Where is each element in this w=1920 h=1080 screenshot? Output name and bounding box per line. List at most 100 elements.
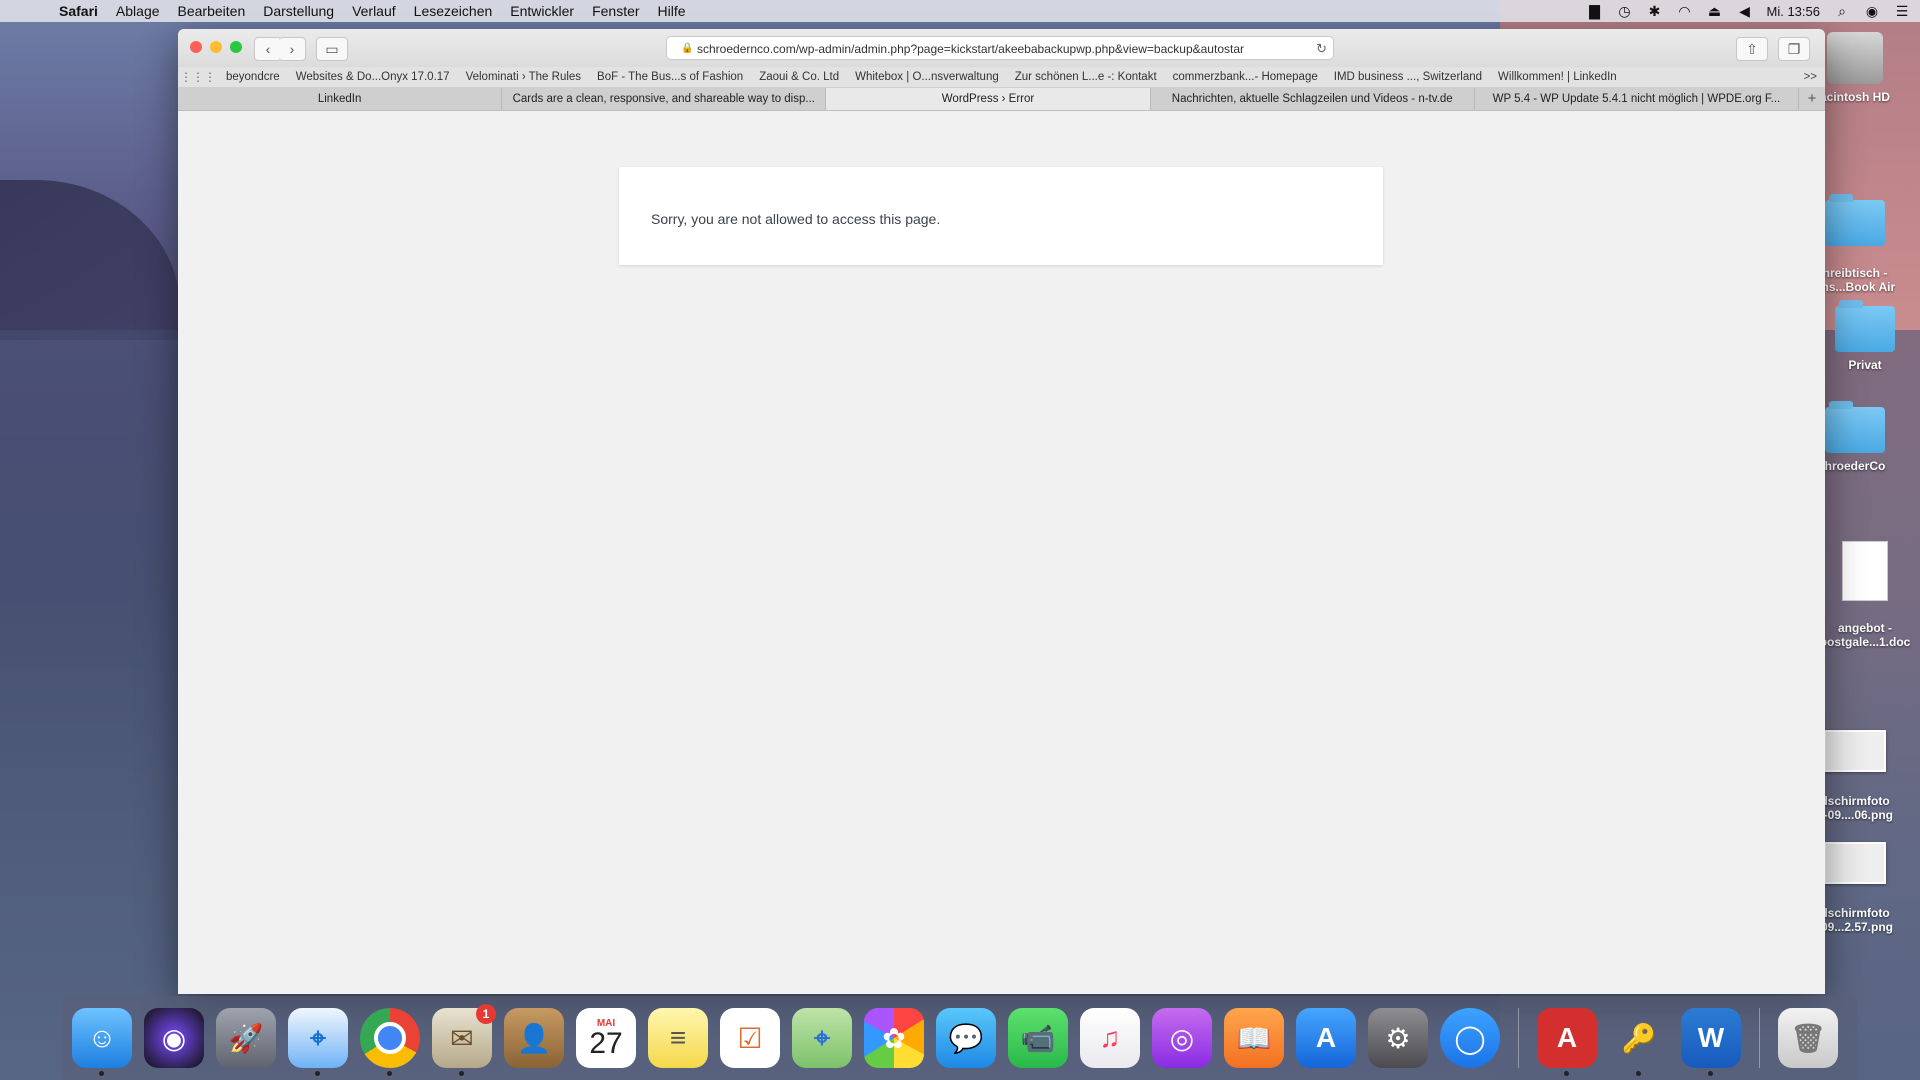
folder-icon bbox=[1825, 194, 1885, 246]
new-tab-button[interactable]: + bbox=[1799, 88, 1825, 110]
chrome-icon[interactable] bbox=[360, 1008, 420, 1076]
finder-icon[interactable]: ☺ bbox=[72, 1008, 132, 1076]
bookmark-item[interactable]: Zaoui & Co. Ltd bbox=[751, 71, 847, 83]
safari-icon[interactable]: ⌖ bbox=[288, 1008, 348, 1076]
reminders-icon[interactable]: ☑ bbox=[720, 1008, 780, 1068]
trash-icon[interactable]: 🗑 bbox=[1778, 1008, 1838, 1068]
dock-separator bbox=[1759, 1008, 1760, 1068]
wp-error-box: Sorry, you are not allowed to access thi… bbox=[619, 167, 1383, 265]
mail-icon[interactable]: ✉ 1 bbox=[432, 1004, 496, 1076]
acrobat-icon[interactable]: A bbox=[1537, 1008, 1597, 1076]
calendar-day: 27 bbox=[589, 1026, 623, 1060]
app-store-icon[interactable]: A bbox=[1296, 1008, 1356, 1068]
bookmark-item[interactable]: IMD business ..., Switzerland bbox=[1326, 71, 1490, 83]
desktop-icon-label: hroederCo bbox=[1824, 459, 1886, 473]
tab-wpde[interactable]: WP 5.4 - WP Update 5.4.1 nicht möglich |… bbox=[1475, 88, 1800, 110]
menu-entwickler[interactable]: Entwickler bbox=[501, 3, 583, 19]
bookmark-item[interactable]: Whitebox | O...nsverwaltung bbox=[847, 71, 1007, 83]
reload-icon[interactable]: ↻ bbox=[1312, 37, 1327, 59]
running-indicator bbox=[315, 1071, 320, 1076]
desktop-icon-angebot[interactable]: angebot - postgale...1.doc bbox=[1810, 527, 1920, 649]
menu-bearbeiten[interactable]: Bearbeiten bbox=[169, 3, 255, 19]
facetime-icon[interactable]: 📹 bbox=[1008, 1008, 1068, 1068]
running-indicator bbox=[459, 1071, 464, 1076]
bluetooth-icon[interactable]: ✱ bbox=[1647, 3, 1663, 20]
spotlight-search-icon[interactable]: ⌕ bbox=[1834, 3, 1850, 20]
word-icon[interactable]: W bbox=[1681, 1008, 1741, 1076]
mail-badge: 1 bbox=[476, 1004, 496, 1024]
url-text: schroedernco.com/wp-admin/admin.php?page… bbox=[697, 42, 1244, 56]
tab-linkedin[interactable]: LinkedIn bbox=[178, 88, 503, 110]
forward-button[interactable]: › bbox=[279, 37, 306, 61]
fullscreen-window-button[interactable] bbox=[230, 41, 242, 53]
running-indicator bbox=[1636, 1071, 1641, 1076]
tab-wordpress-error[interactable]: WordPress › Error bbox=[826, 88, 1151, 110]
address-bar[interactable]: 🔒 schroedernco.com/wp-admin/admin.php?pa… bbox=[666, 36, 1334, 60]
dock-separator bbox=[1518, 1008, 1519, 1068]
tab-cards[interactable]: Cards are a clean, responsive, and share… bbox=[502, 88, 827, 110]
bookmark-item[interactable]: commerzbank...- Homepage bbox=[1165, 71, 1326, 83]
wifi-icon[interactable]: ◠ bbox=[1677, 3, 1693, 20]
music-icon[interactable]: ♫ bbox=[1080, 1008, 1140, 1068]
notification-center-icon[interactable]: ☰ bbox=[1894, 3, 1910, 20]
menu-lesezeichen[interactable]: Lesezeichen bbox=[405, 3, 502, 19]
books-icon[interactable]: 📖 bbox=[1224, 1008, 1284, 1068]
hard-drive-icon bbox=[1827, 32, 1883, 84]
photos-icon[interactable]: ✿ bbox=[864, 1008, 924, 1068]
maps-icon[interactable]: ⌖ bbox=[792, 1008, 852, 1068]
menubar-clock[interactable]: Mi. 13:56 bbox=[1767, 4, 1820, 19]
browser-toolbar: ‹ › ▭ 🔒 schroedernco.com/wp-admin/admin.… bbox=[178, 29, 1825, 67]
running-indicator bbox=[387, 1071, 392, 1076]
document-icon bbox=[1842, 541, 1888, 601]
contacts-icon[interactable]: 👤 bbox=[504, 1008, 564, 1068]
display-icon[interactable]: ▇ bbox=[1587, 3, 1603, 20]
bookmark-item[interactable]: Websites & Do...Onyx 17.0.17 bbox=[288, 71, 458, 83]
desktop-icon-privat[interactable]: Privat bbox=[1810, 300, 1920, 372]
tab-overview-icon[interactable]: ❐ bbox=[1778, 37, 1810, 61]
volume-icon[interactable]: ◀ bbox=[1737, 3, 1753, 20]
siri-icon[interactable]: ◉ bbox=[144, 1008, 204, 1068]
notes-icon[interactable]: ≡ bbox=[648, 1008, 708, 1068]
desktop-wallpaper-cliff bbox=[0, 180, 180, 340]
share-icon[interactable]: ⇧ bbox=[1736, 37, 1768, 61]
sidebar-toggle-icon[interactable]: ▭ bbox=[316, 37, 348, 61]
error-message: Sorry, you are not allowed to access thi… bbox=[651, 211, 941, 227]
system-preferences-icon[interactable]: ⚙ bbox=[1368, 1008, 1428, 1068]
menu-app-name[interactable]: Safari bbox=[50, 3, 107, 19]
keychain-icon[interactable]: 🔑 bbox=[1609, 1008, 1669, 1076]
top-sites-grid-icon[interactable]: ⋮⋮⋮ bbox=[178, 70, 218, 84]
menu-darstellung[interactable]: Darstellung bbox=[254, 3, 343, 19]
desktop-icon-label: dschirmfoto -09...2.57.png bbox=[1816, 906, 1894, 934]
back-button[interactable]: ‹ bbox=[254, 37, 282, 61]
screenshot-thumbnail-icon bbox=[1824, 842, 1886, 884]
time-machine-icon[interactable]: ◷ bbox=[1617, 3, 1633, 20]
bookmark-item[interactable]: BoF - The Bus...s of Fashion bbox=[589, 71, 751, 83]
desktop-icon-label: hreibtisch - ens...Book Air bbox=[1814, 266, 1896, 294]
menu-hilfe[interactable]: Hilfe bbox=[649, 3, 695, 19]
menu-verlauf[interactable]: Verlauf bbox=[343, 3, 405, 19]
close-window-button[interactable] bbox=[190, 41, 202, 53]
eject-icon[interactable]: ⏏ bbox=[1707, 3, 1723, 20]
tab-ntv[interactable]: Nachrichten, aktuelle Schlagzeilen und V… bbox=[1151, 88, 1475, 110]
calendar-icon[interactable]: MAI 27 bbox=[576, 1008, 636, 1068]
minimize-window-button[interactable] bbox=[210, 41, 222, 53]
bookmarks-overflow-button[interactable]: >> bbox=[1804, 71, 1817, 83]
menu-fenster[interactable]: Fenster bbox=[583, 3, 648, 19]
tab-bar: LinkedIn Cards are a clean, responsive, … bbox=[178, 88, 1825, 111]
folder-icon bbox=[1825, 401, 1885, 453]
messages-icon[interactable]: 💬 bbox=[936, 1008, 996, 1068]
disk-utility-icon[interactable]: ◯ bbox=[1440, 1008, 1500, 1068]
siri-icon[interactable]: ◉ bbox=[1864, 3, 1880, 20]
launchpad-icon[interactable]: 🚀 bbox=[216, 1008, 276, 1068]
menu-ablage[interactable]: Ablage bbox=[107, 3, 169, 19]
bookmark-item[interactable]: beyondcre bbox=[218, 71, 288, 83]
desktop-icon-label: angebot - postgale...1.doc bbox=[1819, 621, 1911, 649]
running-indicator bbox=[1708, 1071, 1713, 1076]
bookmark-item[interactable]: Willkommen! | LinkedIn bbox=[1490, 71, 1625, 83]
desktop-icon-label: acintosh HD bbox=[1819, 90, 1890, 104]
page-content: Sorry, you are not allowed to access thi… bbox=[178, 111, 1825, 994]
podcasts-icon[interactable]: ◎ bbox=[1152, 1008, 1212, 1068]
desktop-icon-label: Privat bbox=[1848, 358, 1882, 372]
bookmark-item[interactable]: Zur schönen L...e -: Kontakt bbox=[1007, 71, 1165, 83]
bookmark-item[interactable]: Velominati › The Rules bbox=[458, 71, 589, 83]
